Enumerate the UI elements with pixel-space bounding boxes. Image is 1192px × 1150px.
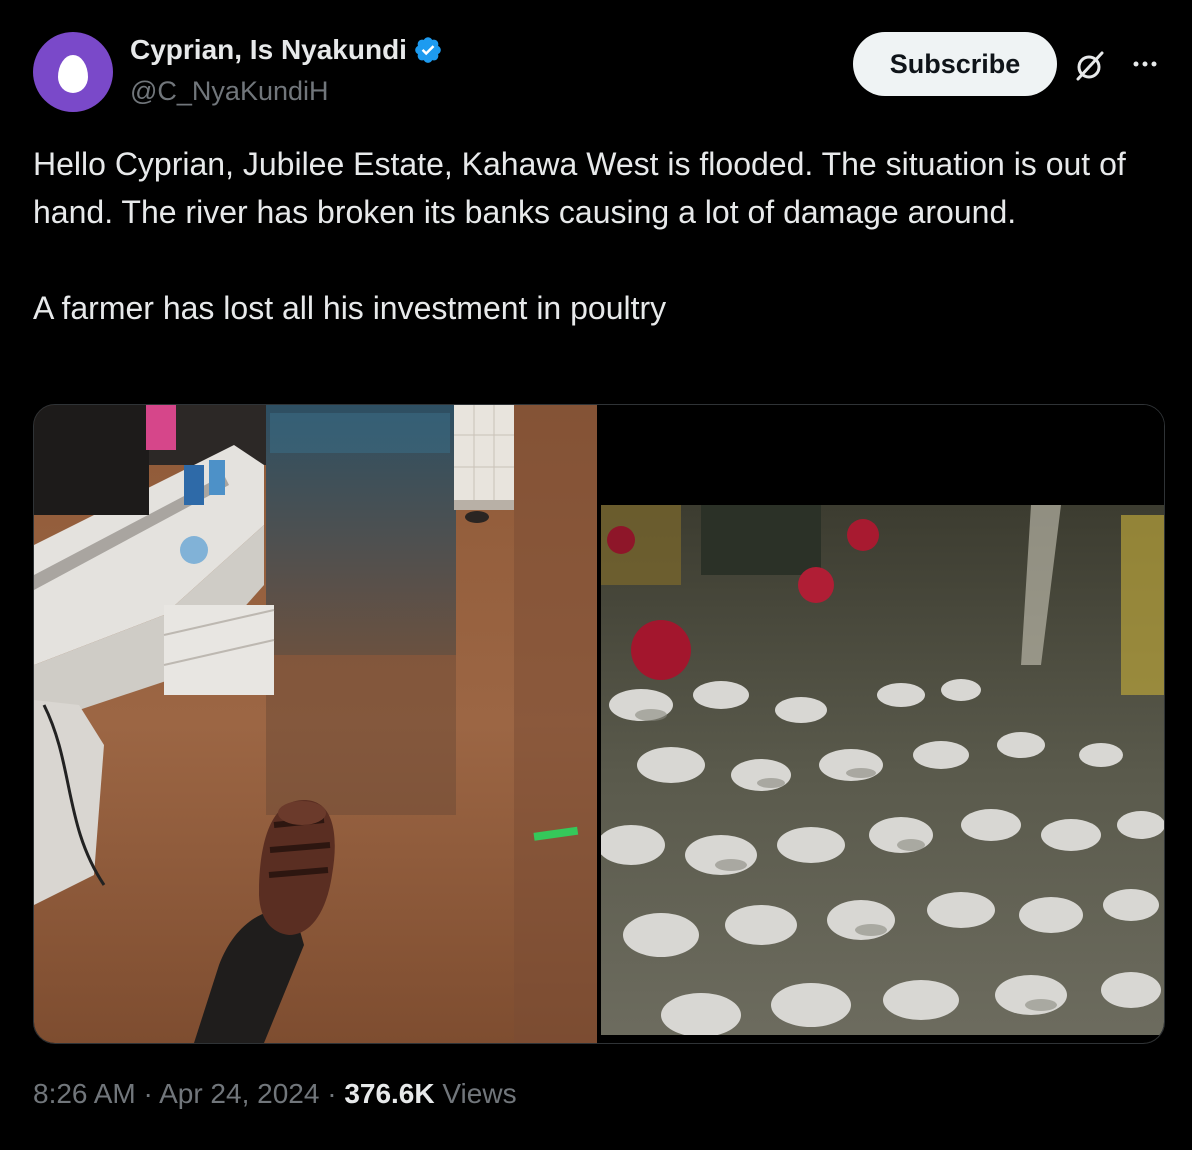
views-label: Views	[434, 1078, 517, 1109]
subscribe-button[interactable]: Subscribe	[853, 32, 1057, 96]
grok-icon[interactable]	[1072, 48, 1108, 84]
flooded-poultry-photo[interactable]	[601, 405, 1164, 1043]
ellipsis-icon	[1133, 61, 1157, 67]
media-grid	[33, 404, 1165, 1044]
verified-badge-icon	[415, 37, 441, 63]
flooded-room-photo[interactable]	[34, 405, 597, 1043]
tweet-text: Hello Cyprian, Jubilee Estate, Kahawa We…	[33, 140, 1153, 332]
avatar[interactable]	[33, 32, 113, 112]
default-egg-icon	[58, 55, 88, 93]
tweet-metadata: 8:26 AM · Apr 24, 2024 · 376.6K Views	[33, 1078, 517, 1110]
tweet-paragraph: Hello Cyprian, Jubilee Estate, Kahawa We…	[33, 146, 1126, 230]
separator-dot: ·	[135, 1078, 160, 1109]
tweet-date[interactable]: Apr 24, 2024	[159, 1078, 319, 1109]
separator-dot: ·	[319, 1078, 345, 1109]
tweet-time[interactable]: 8:26 AM	[33, 1078, 136, 1109]
tweet-paragraph: A farmer has lost all his investment in …	[33, 290, 667, 326]
views-count: 376.6K	[344, 1078, 435, 1109]
author-display-name[interactable]: Cyprian, Is Nyakundi	[130, 34, 443, 66]
more-options-icon[interactable]	[1128, 52, 1162, 76]
author-handle[interactable]: @C_NyaKundiH	[130, 76, 329, 107]
author-name-text: Cyprian, Is Nyakundi	[130, 34, 407, 65]
